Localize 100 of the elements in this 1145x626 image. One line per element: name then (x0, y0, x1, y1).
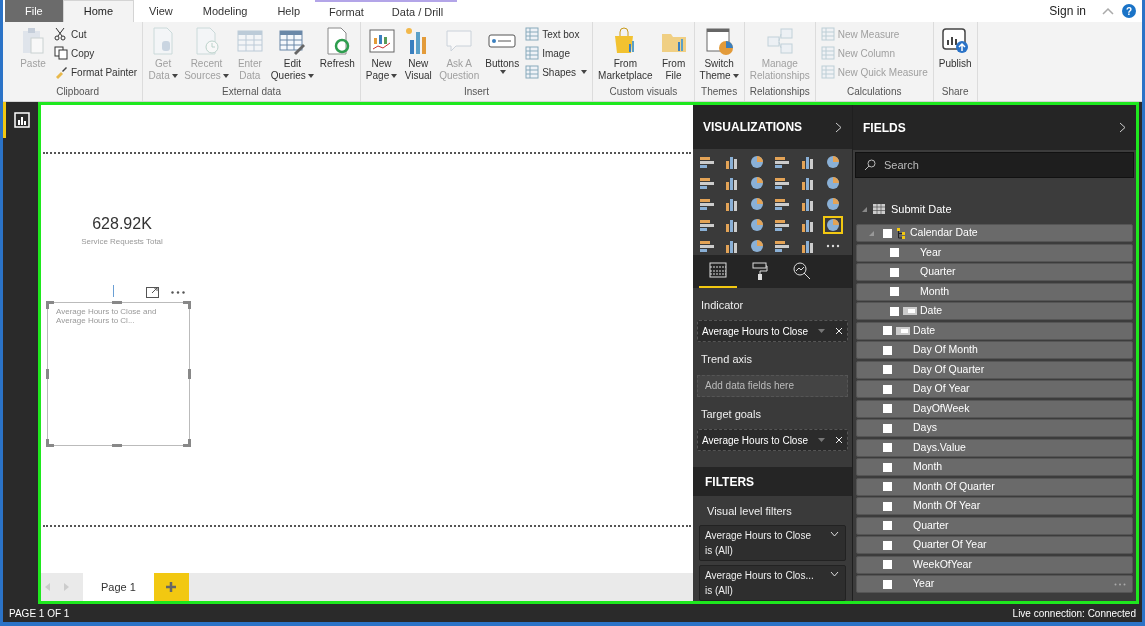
checkbox[interactable] (883, 404, 892, 413)
field-name: Date (913, 322, 936, 338)
checkbox[interactable] (883, 501, 892, 511)
checkbox[interactable] (883, 482, 892, 491)
caret-icon[interactable] (818, 438, 825, 443)
field-name: Day Of Year (913, 381, 970, 397)
ribbon-small-button[interactable]: Image (525, 45, 588, 61)
expand-triangle-icon[interactable] (862, 206, 867, 212)
ribbon-button[interactable]: New Visual (400, 26, 437, 82)
checkbox[interactable] (890, 306, 899, 316)
checkbox[interactable] (883, 345, 892, 355)
checkbox[interactable] (883, 384, 892, 394)
field-row[interactable]: DayOfWeek (856, 399, 1133, 418)
checkbox[interactable] (890, 248, 899, 257)
checkbox[interactable] (883, 228, 892, 238)
filter-title: Average Hours to Close (705, 529, 811, 543)
focus-mode-icon[interactable] (146, 287, 159, 298)
ribbon-tab[interactable]: File (5, 0, 63, 22)
ribbon-small-button[interactable]: Text box (525, 26, 588, 42)
ribbon-button[interactable]: Publish (935, 26, 975, 70)
drag-handle-icon[interactable] (112, 285, 115, 297)
ribbon-button[interactable]: Edit Queries (267, 26, 317, 82)
field-row[interactable]: Month Of Quarter (856, 477, 1133, 496)
resize-handle[interactable] (46, 439, 54, 447)
caret-icon (581, 70, 588, 74)
checkbox[interactable] (890, 267, 899, 277)
field-row[interactable]: Month Of Year (856, 497, 1133, 515)
checkbox[interactable] (883, 423, 892, 433)
scissors-icon (54, 27, 68, 41)
ribbon-small-button[interactable]: Copy (54, 45, 138, 61)
checkbox[interactable] (883, 365, 892, 374)
visual-type-icon (699, 239, 715, 254)
drop-field[interactable]: Add data fields here (697, 374, 848, 397)
selected-visual[interactable]: Average Hours to Close and Average Hours to Cl... (47, 302, 190, 446)
page-tab[interactable]: Page 1 (83, 573, 154, 601)
checkbox[interactable] (883, 560, 892, 569)
chevron-right-icon[interactable] (835, 121, 842, 133)
checkbox[interactable] (883, 540, 892, 550)
field-row[interactable]: Date (856, 321, 1133, 340)
page-chart-icon (366, 26, 397, 56)
resize-handle[interactable] (112, 444, 122, 447)
ribbon-tab[interactable]: Home (62, 0, 135, 22)
field-pill[interactable]: Average Hours to Close (697, 429, 848, 452)
checkbox[interactable] (883, 326, 892, 335)
resize-handle[interactable] (46, 369, 49, 379)
field-row[interactable]: Month (856, 282, 1133, 301)
add-page-button[interactable] (153, 573, 189, 601)
checkbox[interactable] (883, 443, 892, 452)
sign-in-link[interactable]: Sign in (1049, 2, 1086, 20)
search-field[interactable]: Search (855, 152, 1134, 178)
ribbon-small-button[interactable]: Shapes (525, 64, 588, 80)
analytics-magnifier-icon (793, 262, 811, 281)
ribbon-small-button[interactable]: Cut (54, 26, 138, 42)
field-row[interactable]: Quarter (856, 263, 1133, 281)
more-options-icon[interactable] (171, 291, 185, 294)
resize-handle[interactable] (112, 301, 122, 304)
field-name: WeekOfYear (913, 556, 972, 572)
help-button[interactable]: ? (1122, 4, 1136, 18)
field-row[interactable]: Year (856, 575, 1133, 593)
field-row[interactable]: Quarter Of Year (856, 536, 1133, 554)
close-icon[interactable] (835, 436, 843, 445)
field-row[interactable]: Year (856, 243, 1133, 262)
resize-handle[interactable] (183, 439, 191, 447)
ribbon-button[interactable]: New Page (362, 26, 401, 82)
field-name: Year (913, 576, 935, 592)
chevron-down-icon[interactable] (830, 571, 839, 577)
resize-handle[interactable] (188, 369, 191, 379)
field-row[interactable]: Month (856, 458, 1133, 476)
field-row[interactable]: Days (856, 419, 1133, 437)
ribbon-button[interactable]: From Marketplace (595, 26, 656, 82)
field-pill[interactable]: Average Hours to Close (697, 320, 848, 343)
checkbox[interactable] (883, 521, 892, 530)
resize-handle[interactable] (46, 301, 54, 309)
calculator-table-icon (820, 46, 835, 60)
field-row[interactable]: Day Of Quarter (856, 360, 1133, 379)
ribbon-button[interactable]: From File (655, 26, 692, 82)
table-row[interactable]: Submit Date (856, 198, 1133, 220)
field-row[interactable]: Date (856, 302, 1133, 320)
visual-type-icon (799, 176, 816, 191)
checkbox[interactable] (883, 462, 892, 472)
checkbox[interactable] (883, 579, 892, 589)
field-row[interactable]: WeekOfYear (856, 555, 1133, 574)
filter-card[interactable]: Average Hours to Close is (All) (699, 525, 846, 561)
checkbox[interactable] (890, 287, 899, 296)
resize-handle[interactable] (183, 301, 191, 309)
caret-icon[interactable] (818, 329, 825, 334)
ribbon-button[interactable]: Buttons (482, 26, 523, 74)
field-row[interactable]: Calendar Date (856, 224, 1133, 242)
field-row[interactable]: Days.Value (856, 438, 1133, 457)
field-row[interactable]: Day Of Month (856, 341, 1133, 359)
filter-card[interactable]: Average Hours to Clos... is (All) (699, 565, 846, 601)
visual-type-button[interactable] (822, 216, 843, 235)
field-row[interactable]: Quarter (856, 516, 1133, 535)
ribbon-button[interactable]: Switch Theme (696, 26, 742, 82)
ribbon-small-button[interactable]: Format Painter (54, 64, 138, 80)
ribbon-button[interactable]: Refresh (316, 26, 358, 70)
chevron-down-icon[interactable] (830, 531, 839, 537)
field-row[interactable]: Day Of Year (856, 380, 1133, 398)
close-icon[interactable] (835, 327, 843, 336)
chevron-right-icon[interactable] (1119, 122, 1126, 133)
